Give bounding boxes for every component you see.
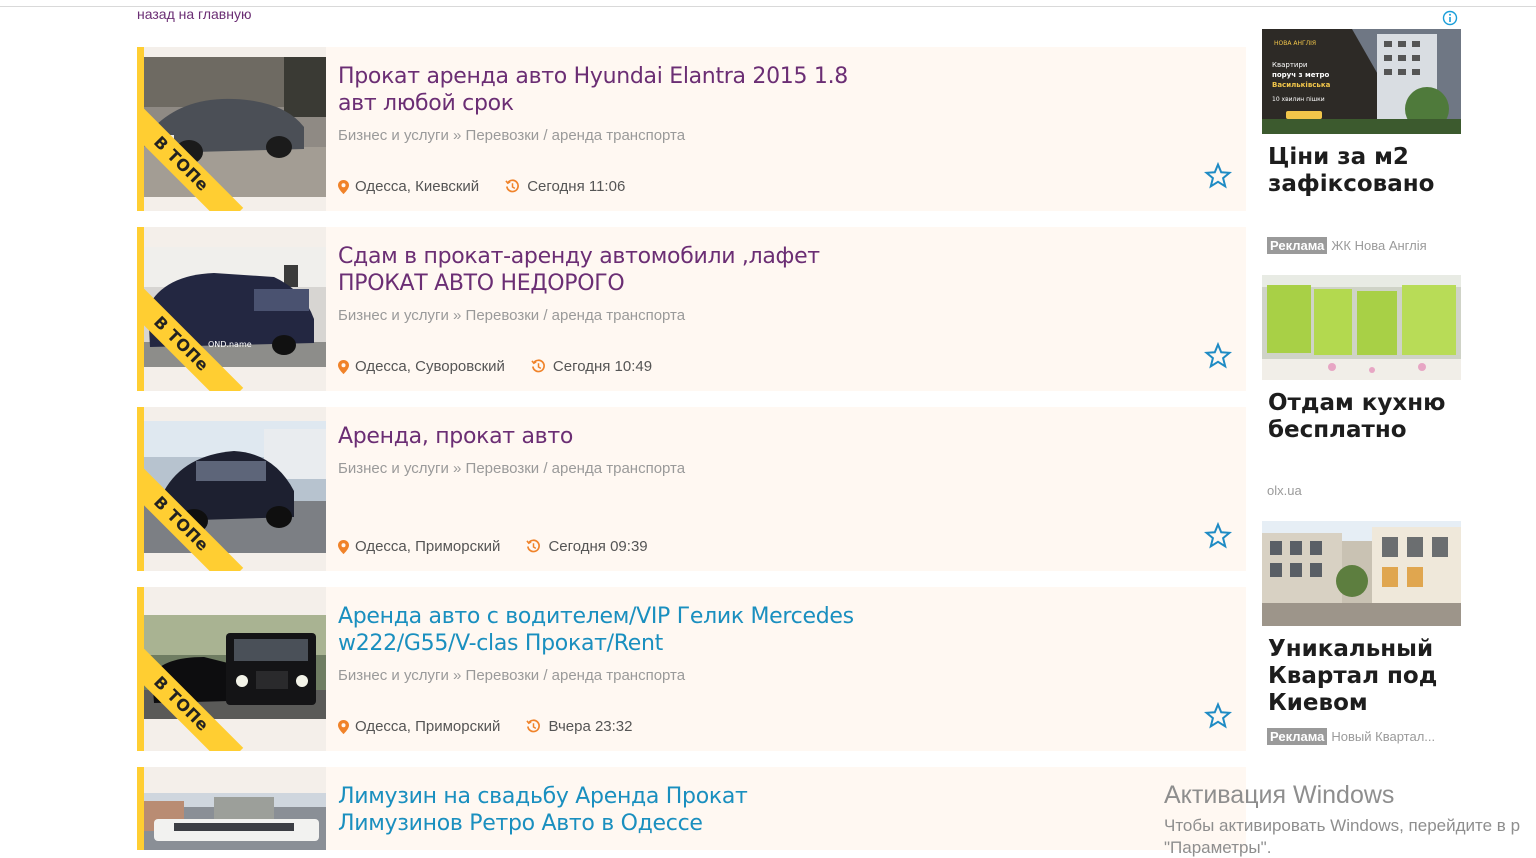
windows-activation-title: Активация Windows (1164, 781, 1395, 809)
ad-footer: Реклама ЖК Нова Англія (1267, 237, 1427, 254)
ad-source[interactable]: Новый Квартал... (1331, 729, 1435, 744)
listing-title[interactable]: Аренда, прокат авто (338, 423, 878, 450)
listing-card[interactable]: В ТОПе Аренда, прокат авто Бизнес и услу… (137, 407, 1246, 571)
ad-title[interactable]: Уникальный Квартал под Киевом (1262, 636, 1461, 717)
clock-history-icon (526, 539, 541, 553)
top-accent-bar (137, 47, 144, 211)
listing-time: Сегодня 09:39 (548, 538, 648, 555)
listing-thumbnail[interactable]: В ТОПе (144, 47, 326, 211)
listing-title[interactable]: Лимузин на свадьбу Аренда Прокат Лимузин… (338, 783, 878, 837)
listing-card[interactable]: В ТОПе Аренда авто с водителем/VIP Гелик… (137, 587, 1246, 751)
listing-location: Одесса, Суворовский (355, 358, 505, 375)
listing-meta: Одесса, Суворовский Сегодня 10:49 (338, 358, 652, 375)
listing-time: Вчера 23:32 (548, 718, 633, 735)
ad-label: Реклама (1267, 237, 1328, 254)
listing-time: Сегодня 11:06 (527, 178, 626, 195)
location-pin-icon (338, 359, 349, 374)
ad-source[interactable]: ЖК Нова Англія (1331, 238, 1426, 253)
listing-title[interactable]: Сдам в прокат-аренду автомобили ,лафет П… (338, 243, 878, 297)
listing-category: Бизнес и услуги » Перевозки / аренда тра… (338, 127, 686, 144)
listing-meta: Одесса, Приморский Сегодня 09:39 (338, 538, 648, 555)
listing-location: Одесса, Приморский (355, 538, 501, 555)
location-pin-icon (338, 179, 349, 194)
ad-title[interactable]: Ціни за м2 зафіксовано (1262, 144, 1461, 198)
ad-image-line2: поруч з метро (1272, 71, 1330, 79)
listing-meta: Одесса, Киевский Сегодня 11:06 (338, 178, 625, 195)
windows-activation-watermark: Активация Windows Чтобы активировать Win… (1164, 781, 1520, 858)
back-to-home-link[interactable]: назад на главную (137, 6, 251, 22)
windows-activation-text: Чтобы активировать Windows, перейдите в … (1164, 816, 1521, 835)
listing-thumbnail[interactable]: OND.name В ТОПе (144, 227, 326, 391)
photo-watermark: OND.name (208, 340, 252, 349)
listing-card[interactable]: Лимузин на свадьбу Аренда Прокат Лимузин… (137, 767, 1246, 850)
favorite-star-icon[interactable] (1204, 342, 1232, 370)
ad-image[interactable]: НОВА АНГЛІЯ Квартири поруч з метро Васил… (1262, 29, 1461, 134)
clock-history-icon (526, 719, 541, 733)
ad-image[interactable] (1262, 275, 1461, 380)
ad-footer: Реклама Новый Квартал... (1267, 728, 1435, 745)
windows-activation-text-2: "Параметры". (1164, 838, 1272, 857)
listing-category: Бизнес и услуги » Перевозки / аренда тра… (338, 667, 686, 684)
ad-title[interactable]: Отдам кухню бесплатно (1262, 390, 1461, 444)
info-icon[interactable] (1442, 10, 1458, 26)
favorite-star-icon[interactable] (1204, 702, 1232, 730)
ad-footer: olx.ua (1267, 483, 1302, 498)
location-pin-icon (338, 719, 349, 734)
ad-card[interactable]: Отдам кухню бесплатно (1262, 275, 1461, 444)
listing-card[interactable]: В ТОПе Прокат аренда авто Hyundai Elantr… (137, 47, 1246, 211)
ad-card[interactable]: НОВА АНГЛІЯ Квартири поруч з метро Васил… (1262, 29, 1461, 198)
listing-card[interactable]: OND.name В ТОПе Сдам в прокат-аренду авт… (137, 227, 1246, 391)
favorite-star-icon[interactable] (1204, 162, 1232, 190)
top-accent-bar (137, 587, 144, 751)
top-accent-bar (137, 767, 144, 850)
listing-category: Бизнес и услуги » Перевозки / аренда тра… (338, 460, 686, 477)
car-photo (144, 793, 326, 850)
listing-title[interactable]: Аренда авто с водителем/VIP Гелик Merced… (338, 603, 878, 657)
listing-time: Сегодня 10:49 (552, 358, 653, 375)
ad-brand-text: НОВА АНГЛІЯ (1274, 40, 1316, 47)
top-accent-bar (137, 407, 144, 571)
listing-category: Бизнес и услуги » Перевозки / аренда тра… (338, 307, 686, 324)
ad-image-line1: Квартири (1272, 61, 1307, 69)
listing-location: Одесса, Киевский (355, 178, 480, 195)
car-photo (144, 57, 326, 197)
top-accent-bar (137, 227, 144, 391)
clock-history-icon (505, 179, 520, 193)
favorite-star-icon[interactable] (1204, 522, 1232, 550)
location-pin-icon (338, 539, 349, 554)
listing-meta: Одесса, Приморский Вчера 23:32 (338, 718, 633, 735)
listing-thumbnail[interactable]: В ТОПе (144, 587, 326, 751)
ad-image[interactable] (1262, 521, 1461, 626)
ad-label: Реклама (1267, 728, 1328, 745)
ad-source[interactable]: olx.ua (1267, 483, 1302, 498)
listing-location: Одесса, Приморский (355, 718, 501, 735)
listing-title[interactable]: Прокат аренда авто Hyundai Elantra 2015 … (338, 63, 878, 117)
ad-card[interactable]: Уникальный Квартал под Киевом (1262, 521, 1461, 717)
clock-history-icon (531, 359, 545, 373)
listing-thumbnail[interactable]: В ТОПе (144, 407, 326, 571)
ad-image-line4: 10 хвилин пішки (1272, 96, 1325, 103)
ad-image-line3: Васильківська (1272, 81, 1331, 89)
listing-thumbnail[interactable] (144, 767, 326, 850)
